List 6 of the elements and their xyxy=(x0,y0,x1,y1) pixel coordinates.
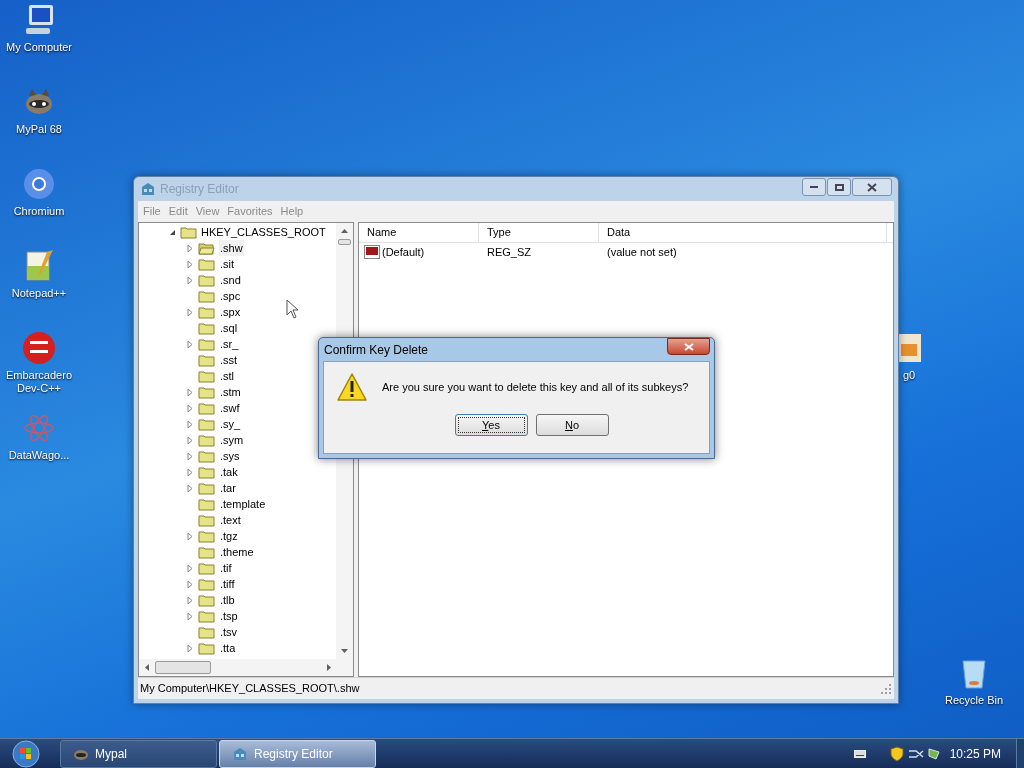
table-cell-text: (Default) xyxy=(382,244,425,260)
dialog-message: Are you sure you want to delete this key and all of its subkeys? xyxy=(382,379,689,395)
status-text: My Computer\HKEY_CLASSES_ROOT\.shw xyxy=(140,681,361,697)
table-cell-text: (value not set) xyxy=(606,244,678,260)
table-cell-text: REG_SZ xyxy=(486,244,532,260)
dialog-title: Confirm Key Delete xyxy=(324,341,430,359)
